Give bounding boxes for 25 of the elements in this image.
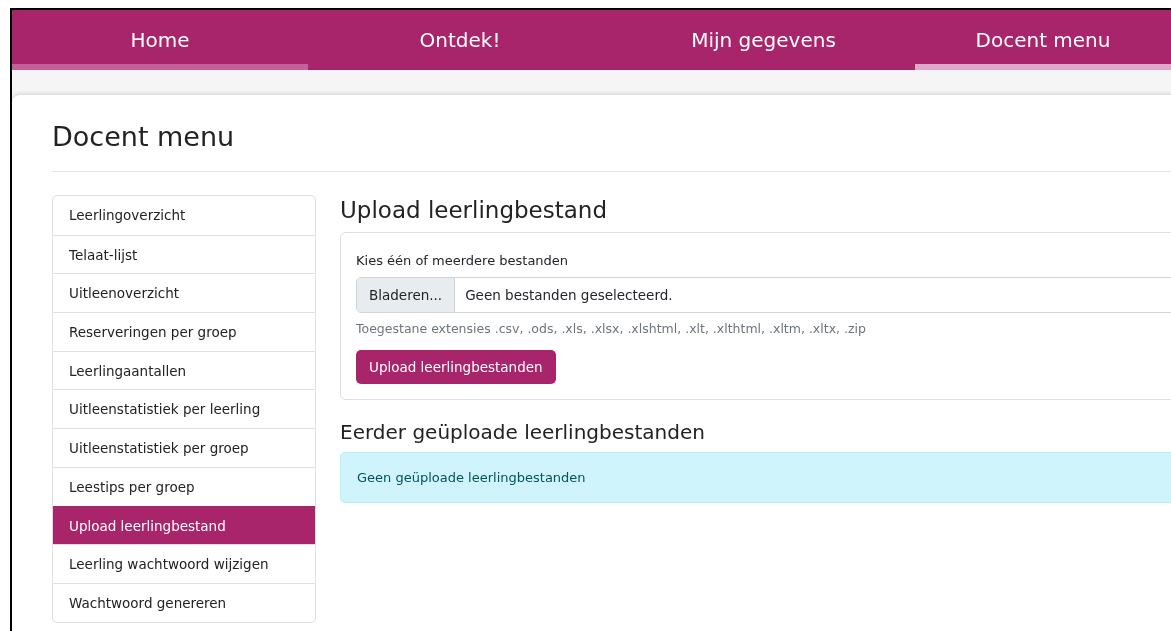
section-heading: Upload leerlingbestand xyxy=(340,197,609,223)
field-label: Kies één of meerdere bestanden xyxy=(356,253,570,268)
nav-tab[interactable]: Docent menu xyxy=(915,10,1171,70)
sidebar-item[interactable]: Upload leerlingbestand xyxy=(53,505,315,545)
sidebar-item[interactable]: Leestips per groep xyxy=(53,466,315,506)
nav-tab[interactable]: Home xyxy=(12,10,308,70)
help-text: Toegestane extensies .csv, .ods, .xls, .xlsx, .xlshtml, .xlt, .xlthtml, .xltm, .xltx, .zip xyxy=(356,321,867,336)
section-heading: Eerder geüploade leerlingbestanden xyxy=(340,420,706,444)
sidebar-item[interactable]: Telaat-lijst xyxy=(53,234,315,274)
page-title: Docent menu xyxy=(52,120,236,154)
nav-tab[interactable]: Ontdek! xyxy=(308,10,612,70)
info-alert: Geen geüploade leerlingbestanden xyxy=(340,452,1171,503)
sidebar-item[interactable]: Uitleenstatistiek per leerling xyxy=(53,389,315,429)
sidebar-item[interactable]: Reserveringen per groep xyxy=(53,312,315,351)
sidebar-item[interactable]: Leerlingoverzicht xyxy=(53,196,315,235)
sidebar-item[interactable]: Uitleenoverzicht xyxy=(53,273,315,313)
upload-button[interactable]: Upload leerlingbestanden xyxy=(356,350,556,384)
sidebar-item[interactable]: Leerlingaantallen xyxy=(53,350,315,390)
file-placeholder: Geen bestanden geselecteerd. xyxy=(464,286,674,305)
sidebar-item[interactable]: Leerling wachtwoord wijzigen xyxy=(53,544,315,583)
browse-button[interactable]: Bladeren... xyxy=(357,278,456,312)
nav-tab[interactable]: Mijn gegevens xyxy=(612,10,915,70)
file-input-field[interactable]: Bladeren... Geen bestanden geselecteerd. xyxy=(356,277,1171,313)
sidebar-item[interactable]: Wachtwoord genereren xyxy=(53,582,315,622)
sidebar-item[interactable]: Uitleenstatistiek per groep xyxy=(53,428,315,467)
